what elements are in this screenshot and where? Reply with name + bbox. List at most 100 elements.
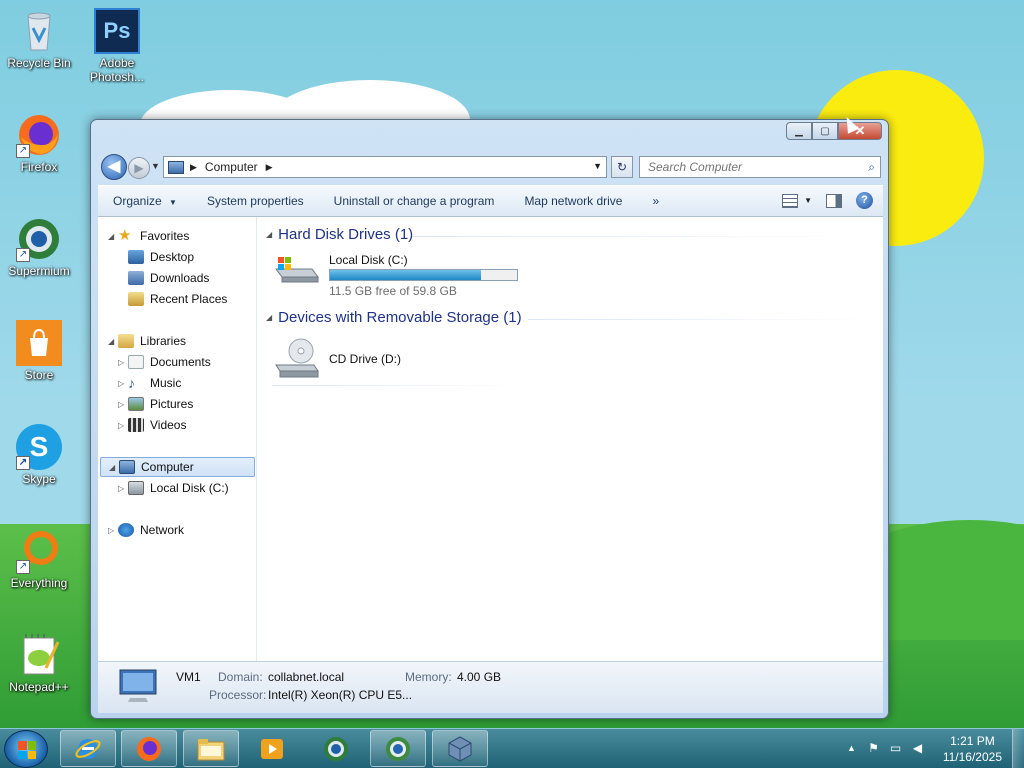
organize-button[interactable]: Organize ▼ [98, 194, 192, 208]
desktop-icon-label: Supermium [8, 264, 70, 278]
breadcrumb-separator-icon[interactable]: ▶ [266, 162, 273, 173]
desktop-icon-notepadpp[interactable]: Notepad++ [0, 632, 78, 694]
supermium-icon: ↗ [16, 216, 62, 262]
desktop-icon-label: Recycle Bin [7, 56, 71, 70]
desktop-icon-label: Store [24, 368, 54, 382]
collapsed-icon[interactable]: ▷ [118, 358, 128, 367]
minimize-button[interactable]: ▁ [786, 122, 812, 140]
nav-pictures[interactable]: ▷ Pictures [118, 394, 193, 414]
show-desktop-button[interactable] [1012, 729, 1024, 768]
desktop-icon-supermium[interactable]: ↗ Supermium [0, 216, 78, 278]
desktop-icon-label: Notepad++ [9, 680, 69, 694]
processor-value: Intel(R) Xeon(R) CPU E5... [268, 688, 413, 702]
view-controls: ▼ ? [782, 192, 873, 209]
address-bar[interactable]: ▶ Computer ▶ ▼ [163, 156, 607, 178]
nav-favorites[interactable]: ◢ ★ Favorites [108, 226, 189, 246]
nav-network[interactable]: ▷ Network [108, 520, 184, 540]
taskbar-file-explorer[interactable] [183, 730, 239, 767]
network-icon[interactable]: ▭ [888, 741, 903, 755]
taskbar-firefox[interactable] [121, 730, 177, 767]
chrome-like-icon [386, 736, 410, 761]
start-button[interactable] [4, 730, 48, 768]
group-header-label: Hard Disk Drives (1) [278, 226, 414, 243]
notepadpp-icon [16, 632, 62, 678]
desktop-icon-recycle-bin[interactable]: Recycle Bin [0, 8, 78, 70]
nav-downloads[interactable]: Downloads [128, 268, 209, 288]
clock-date: 11/16/2025 [942, 750, 1002, 764]
desktop-icon-label: Everything [10, 576, 68, 590]
map-network-drive-button[interactable]: Map network drive [509, 194, 637, 208]
nav-music[interactable]: ▷ ♪ Music [118, 373, 181, 393]
system-properties-button[interactable]: System properties [192, 194, 319, 208]
taskbar-media-player[interactable] [244, 730, 300, 767]
window-body: ◢ ★ Favorites Desktop Downloads Recent P… [98, 217, 883, 661]
back-button[interactable]: ◀ [101, 154, 127, 180]
memory-label: Memory: [405, 670, 452, 684]
desktop-icon-everything[interactable]: ↗ Everything [0, 528, 78, 590]
search-icon[interactable]: ⌕ [868, 160, 875, 175]
search-input[interactable] [640, 157, 850, 177]
command-bar: Organize ▼ System properties Uninstall o… [98, 185, 883, 217]
desktop-icon-skype[interactable]: S ↗ Skype [0, 424, 78, 486]
group-header-removable-storage[interactable]: ◢ Devices with Removable Storage (1) [266, 309, 522, 326]
collapsed-icon[interactable]: ▷ [108, 526, 118, 535]
breadcrumb-separator-icon[interactable]: ▶ [190, 162, 197, 173]
taskbar-supermium[interactable] [308, 730, 364, 767]
nav-documents[interactable]: ▷ Documents [118, 352, 211, 372]
videos-icon [128, 418, 144, 432]
computer-icon [119, 460, 135, 474]
group-divider [412, 236, 872, 237]
expanded-icon[interactable]: ◢ [108, 232, 118, 241]
change-view-button[interactable]: ▼ [782, 193, 812, 208]
nav-label: Music [150, 376, 182, 390]
disk-usage-bar [329, 269, 518, 281]
volume-muted-icon[interactable]: ◀ [910, 741, 925, 755]
search-box[interactable]: ⌕ [639, 156, 881, 178]
nav-desktop[interactable]: Desktop [128, 247, 194, 267]
show-hidden-icons-button[interactable]: ▲ [844, 741, 859, 755]
chevron-down-icon: ▼ [169, 198, 177, 207]
group-header-hard-disk-drives[interactable]: ◢ Hard Disk Drives (1) [266, 226, 413, 243]
collapsed-icon[interactable]: ▷ [118, 421, 128, 430]
preview-pane-button[interactable] [826, 193, 842, 208]
windows-logo-icon [18, 741, 36, 759]
action-center-icon[interactable]: ⚑ [866, 741, 881, 755]
help-button[interactable]: ? [856, 192, 873, 209]
clock[interactable]: 1:21 PM 11/16/2025 [943, 733, 1002, 765]
refresh-button[interactable]: ↻ [611, 156, 633, 178]
nav-recent-places[interactable]: Recent Places [128, 289, 227, 309]
more-commands-button[interactable]: » [637, 194, 674, 208]
taskbar-virtualbox[interactable] [432, 730, 488, 767]
taskbar-internet-explorer[interactable] [60, 730, 116, 767]
drive-free-space: 11.5 GB free of 59.8 GB [329, 284, 457, 298]
expanded-icon[interactable]: ◢ [108, 337, 118, 346]
computer-icon [168, 160, 184, 174]
nav-videos[interactable]: ▷ Videos [118, 415, 186, 435]
desktop-icon-store[interactable]: Store [0, 320, 78, 382]
nav-local-disk[interactable]: ▷ Local Disk (C:) [118, 478, 229, 498]
maximize-button[interactable]: ▢ [812, 122, 838, 140]
collapsed-icon[interactable]: ▷ [118, 484, 128, 493]
recent-pages-button[interactable]: ▼ [151, 161, 160, 171]
collapsed-icon[interactable]: ▷ [118, 400, 128, 409]
nav-libraries[interactable]: ◢ Libraries [108, 331, 186, 351]
nav-computer[interactable]: ◢ Computer [100, 457, 255, 477]
forward-button[interactable]: ▶ [128, 157, 150, 179]
uninstall-program-button[interactable]: Uninstall or change a program [319, 194, 510, 208]
hard-drive-icon [128, 481, 144, 495]
desktop-icon-firefox[interactable]: ↗ Firefox [0, 112, 78, 174]
expanded-icon: ◢ [266, 313, 273, 322]
store-icon [16, 320, 62, 366]
desktop-icon-photoshop[interactable]: Ps Adobe Photosh... [78, 8, 156, 84]
libraries-icon [118, 334, 134, 348]
music-icon: ♪ [128, 375, 135, 391]
collapsed-icon[interactable]: ▷ [118, 379, 128, 388]
breadcrumb-computer[interactable]: Computer [205, 160, 258, 174]
explorer-window[interactable]: ▁ ▢ ✕ ◀ ▶ ▼ ▶ Computer ▶ ▼ ↻ ⌕ Organize … [90, 119, 889, 719]
minimize-icon: ▁ [795, 125, 803, 137]
expanded-icon[interactable]: ◢ [109, 463, 119, 472]
taskbar-active-browser[interactable] [370, 730, 426, 767]
address-dropdown-icon[interactable]: ▼ [593, 161, 602, 171]
photoshop-icon: Ps [94, 8, 140, 54]
drive-name: Local Disk (C:) [329, 253, 408, 267]
